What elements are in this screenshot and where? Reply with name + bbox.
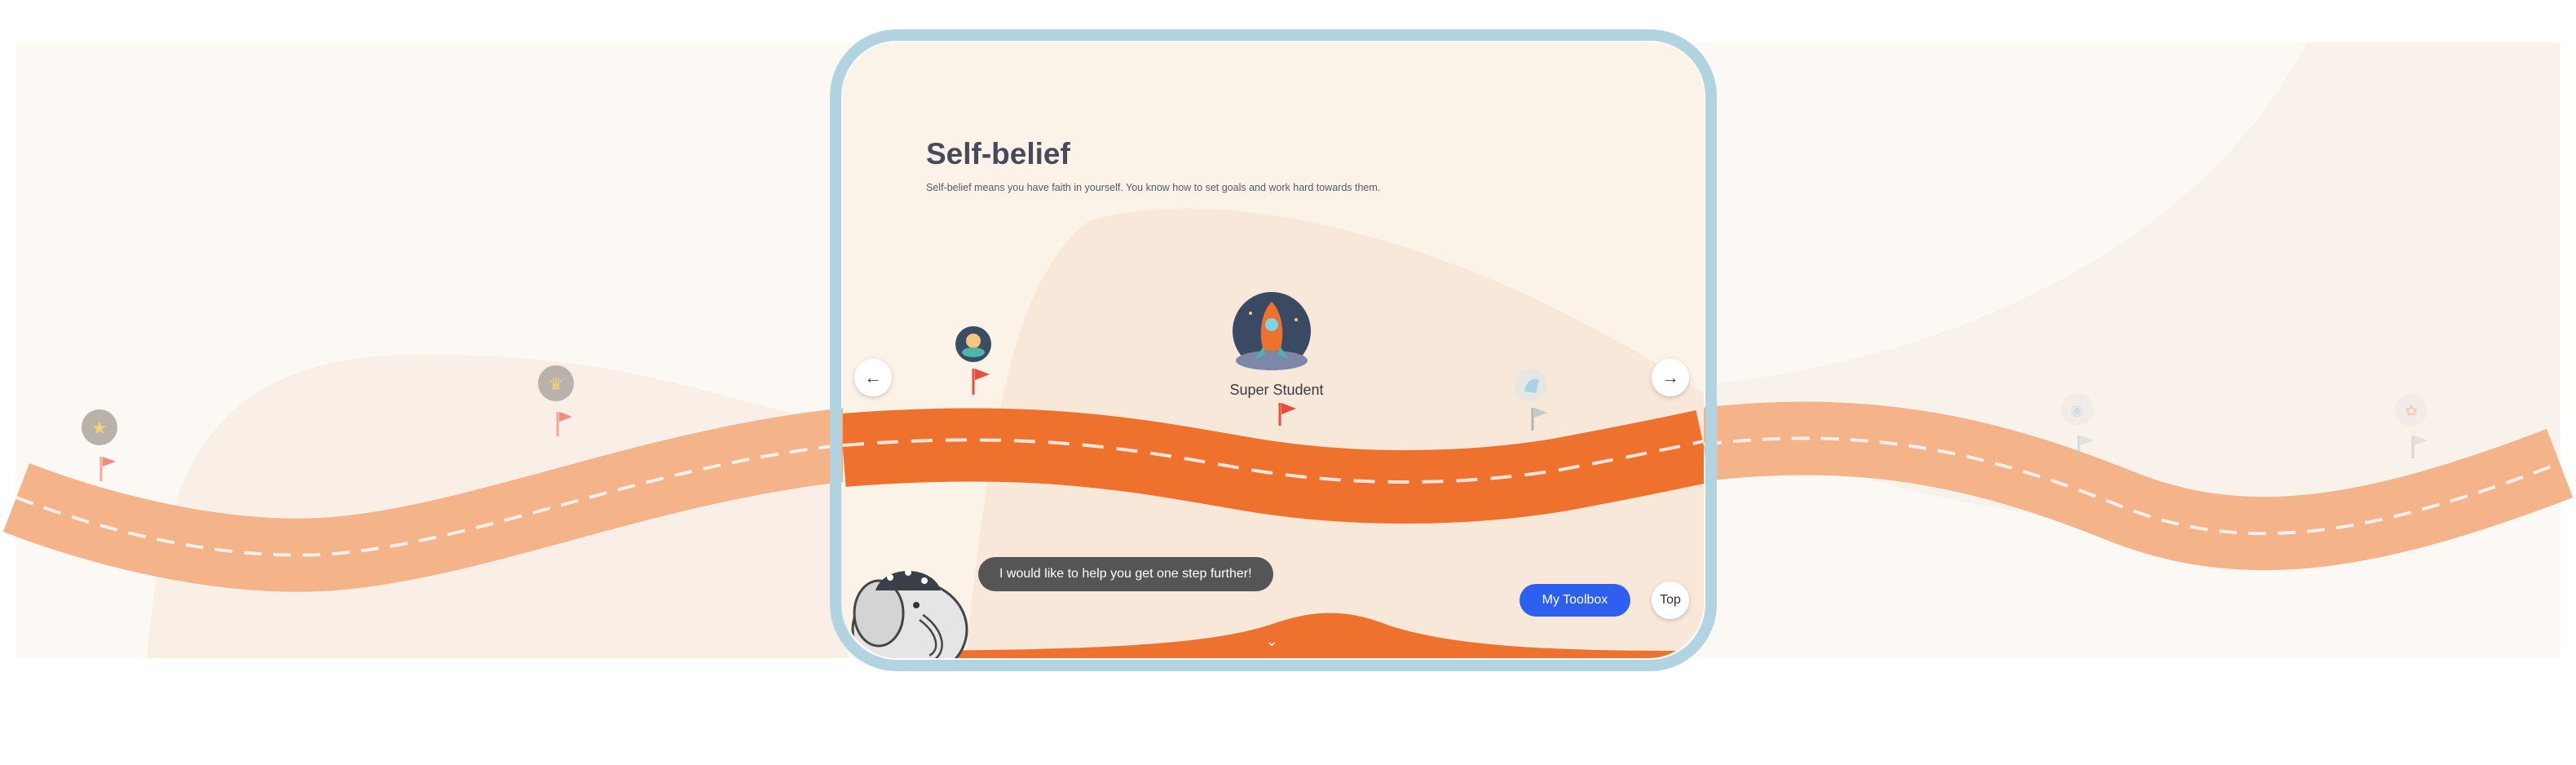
scroll-top-button[interactable]: Top [1652,581,1689,619]
arrow-left-icon: ← [864,367,882,387]
focused-section-card: Self-belief Self-belief means you have f… [843,42,1704,658]
svg-text:♛: ♛ [549,374,563,394]
page-title: Self-belief [926,137,1070,170]
badge-label-super-student: Super Student [1229,382,1324,398]
svg-text:★: ★ [91,418,108,439]
svg-text:◉: ◉ [2071,402,2084,419]
focused-scene [843,42,1704,658]
prev-arrow-button[interactable]: ← [854,359,892,396]
next-arrow-button[interactable]: → [1652,359,1689,396]
chevron-down-icon[interactable]: ⌄ [1262,633,1281,649]
svg-text:✿: ✿ [2405,403,2417,420]
arrow-right-icon: → [1661,367,1679,387]
section-description: Self-belief means you have faith in your… [926,182,1381,193]
my-toolbox-button[interactable]: My Toolbox [1520,584,1630,617]
mascot-speech-bubble: I would like to help you get one step fu… [978,557,1273,591]
